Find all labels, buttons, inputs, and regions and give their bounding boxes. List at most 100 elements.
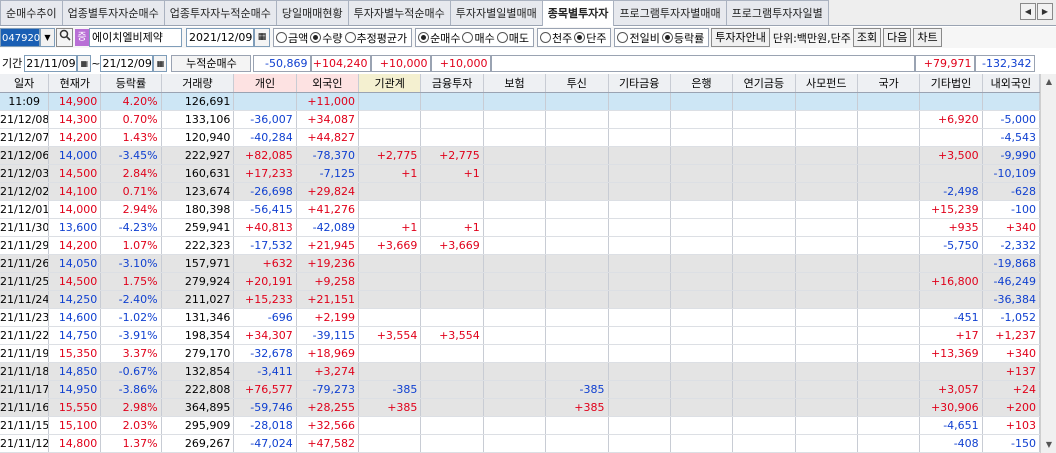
table-row[interactable]: 21/11/19 15,350 3.37% 279,170 -32,678 +18,969… bbox=[0, 344, 1041, 363]
search-icon[interactable] bbox=[56, 28, 73, 47]
stock-name-field[interactable]: 에이치엘비제약 bbox=[89, 28, 182, 47]
column-header[interactable]: 금융투자 bbox=[420, 74, 484, 93]
tab-2[interactable]: 업종투자자누적순매수 bbox=[163, 0, 277, 25]
stock-code-input[interactable]: 047920 bbox=[0, 28, 40, 47]
table-row[interactable]: 21/11/26 14,050 -3.10% 157,971 +632 +19,236 -1… bbox=[0, 254, 1041, 273]
column-header[interactable]: 일자 bbox=[0, 74, 50, 93]
table-cell-date: 21/11/30 bbox=[0, 218, 50, 237]
column-header[interactable]: 기타금융 bbox=[608, 74, 671, 93]
value-type-radio-2[interactable]: 추정평균가 bbox=[344, 30, 407, 46]
chart-button[interactable]: 차트 bbox=[913, 28, 942, 47]
investor-info-button[interactable]: 투자자안내 bbox=[711, 28, 770, 47]
table-row[interactable]: 21/12/02 14,100 0.71% 123,674 -26,698 +29,824… bbox=[0, 182, 1041, 201]
vertical-scrollbar[interactable]: ▲ ▼ bbox=[1040, 74, 1056, 453]
column-header[interactable]: 연기금등 bbox=[732, 74, 796, 93]
table-row[interactable]: 21/11/15 15,100 2.03% 295,909 -28,018 +32,566… bbox=[0, 416, 1041, 435]
radio-circle-icon bbox=[661, 32, 673, 43]
column-header[interactable]: 투신 bbox=[545, 74, 609, 93]
column-header[interactable]: 외국인 bbox=[296, 74, 360, 93]
column-header[interactable]: 보험 bbox=[483, 74, 547, 93]
unit-type-radio-0[interactable]: 천주 bbox=[539, 30, 572, 46]
column-header[interactable]: 내외국인 bbox=[982, 74, 1041, 93]
table-cell-etcfin bbox=[608, 290, 671, 309]
table-row[interactable]: 21/12/01 14,000 2.94% 180,398 -56,415 +41,276… bbox=[0, 200, 1041, 219]
tab-1[interactable]: 업종별투자자순매수 bbox=[61, 0, 165, 25]
table-cell-pension bbox=[732, 344, 796, 363]
table-cell-inst bbox=[358, 362, 422, 381]
table-cell-fin bbox=[420, 362, 484, 381]
trade-type-radio-2[interactable]: 매도 bbox=[496, 30, 529, 46]
table-row[interactable]: 21/11/23 14,600 -1.02% 131,346 -696 +2,199 -45… bbox=[0, 308, 1041, 327]
tab-scroll-left-icon[interactable]: ◀ bbox=[1020, 3, 1036, 20]
tab-4[interactable]: 투자자별누적순매수 bbox=[347, 0, 451, 25]
table-row[interactable]: 21/11/18 14,850 -0.67% 132,854 -3,411 +3,274 +… bbox=[0, 362, 1041, 381]
next-button[interactable]: 다음 bbox=[883, 28, 912, 47]
column-header[interactable]: 기관계 bbox=[358, 74, 422, 93]
table-cell-fin bbox=[420, 308, 484, 327]
tab-8[interactable]: 프로그램투자자일별 bbox=[725, 0, 829, 25]
tab-scroll-right-icon[interactable]: ▶ bbox=[1037, 3, 1053, 20]
table-row[interactable]: 21/12/08 14,300 0.70% 133,106 -36,007 +34,087… bbox=[0, 110, 1041, 129]
value-type-radio-0[interactable]: 금액 bbox=[276, 30, 308, 46]
column-header[interactable]: 거래량 bbox=[161, 74, 235, 93]
table-cell-pe bbox=[795, 110, 858, 129]
tab-0[interactable]: 순매수추이 bbox=[0, 0, 63, 25]
tab-5[interactable]: 투자자별일별매매 bbox=[449, 0, 543, 25]
column-header[interactable]: 현재가 bbox=[48, 74, 102, 93]
tab-7[interactable]: 프로그램투자자별매매 bbox=[613, 0, 727, 25]
table-cell-inst: -385 bbox=[358, 380, 422, 399]
table-cell-etcfin bbox=[608, 362, 671, 381]
column-header[interactable]: 사모펀드 bbox=[795, 74, 858, 93]
calendar-icon[interactable]: ▦ bbox=[254, 28, 270, 47]
column-header[interactable]: 개인 bbox=[233, 74, 297, 93]
column-header[interactable]: 국가 bbox=[857, 74, 921, 93]
table-row[interactable]: 21/12/06 14,000 -3.45% 222,927 +82,085 -78,37… bbox=[0, 146, 1041, 165]
query-date-input[interactable]: 2021/12/09 bbox=[186, 28, 254, 47]
trade-type-radio-1[interactable]: 매수 bbox=[462, 30, 495, 46]
table-row[interactable]: 21/11/22 14,750 -3.91% 198,354 +34,307 -39,11… bbox=[0, 326, 1041, 345]
table-cell-date: 21/12/01 bbox=[0, 200, 50, 219]
tab-3[interactable]: 당일매매현황 bbox=[275, 0, 349, 25]
trade-type-radio-0[interactable]: 순매수 bbox=[418, 30, 460, 46]
table-cell-inst: +3,554 bbox=[358, 326, 422, 345]
table-cell-trust bbox=[545, 92, 609, 111]
period-to-input[interactable]: 21/12/09 bbox=[100, 54, 154, 72]
table-row[interactable]: 21/12/07 14,200 1.43% 120,940 -40,284 +44,827… bbox=[0, 128, 1041, 147]
period-from-calendar-icon[interactable]: ▦ bbox=[77, 54, 92, 72]
table-row[interactable]: 21/12/03 14,500 2.84% 160,631 +17,233 -7,125 +… bbox=[0, 164, 1041, 183]
table-cell-pe bbox=[795, 416, 858, 435]
table-cell-price: 14,850 bbox=[48, 362, 102, 381]
table-row[interactable]: 21/11/12 14,800 1.37% 269,267 -47,024 +47,582… bbox=[0, 434, 1041, 453]
table-cell-etcfin bbox=[608, 272, 671, 291]
column-header[interactable]: 등락률 bbox=[100, 74, 162, 93]
scroll-up-icon[interactable]: ▲ bbox=[1041, 74, 1056, 90]
table-cell-price: 15,100 bbox=[48, 416, 102, 435]
table-row[interactable]: 21/11/25 14,500 1.75% 279,924 +20,191 +9,258 +… bbox=[0, 272, 1041, 291]
period-from-input[interactable]: 21/11/09 bbox=[24, 54, 78, 72]
table-row[interactable]: 21/11/29 14,200 1.07% 222,323 -17,532 +21,945… bbox=[0, 236, 1041, 255]
table-row[interactable]: 21/11/17 14,950 -3.86% 222,808 +76,577 -79,27… bbox=[0, 380, 1041, 399]
table-cell-fin bbox=[420, 398, 484, 417]
change-type-radio-1[interactable]: 등락률 bbox=[661, 30, 704, 46]
change-type-radio-0[interactable]: 전일비 bbox=[617, 30, 660, 46]
table-row[interactable]: 21/11/16 15,550 2.98% 364,895 -59,746 +28,255… bbox=[0, 398, 1041, 417]
column-header[interactable]: 기타법인 bbox=[919, 74, 983, 93]
table-cell-inst bbox=[358, 308, 422, 327]
period-to-calendar-icon[interactable]: ▦ bbox=[153, 54, 168, 72]
table-cell-for: -78,370 bbox=[296, 146, 360, 165]
table-row[interactable]: 21/11/30 13,600 -4.23% 259,941 +40,813 -42,08… bbox=[0, 218, 1041, 237]
change-type-radio-label: 전일비 bbox=[629, 31, 660, 45]
table-cell-ind: -59,746 bbox=[233, 398, 297, 417]
table-cell-pension bbox=[732, 110, 796, 129]
search-button[interactable]: 조회 bbox=[852, 28, 882, 47]
tab-6[interactable]: 종목별투자자 bbox=[541, 0, 615, 26]
value-type-radio-1[interactable]: 수량 bbox=[310, 30, 343, 46]
table-row[interactable]: 11:09 14,900 4.20% 126,691 +11,000 bbox=[0, 92, 1041, 111]
table-cell-trust bbox=[545, 164, 609, 183]
table-cell-for: +2,199 bbox=[296, 308, 360, 327]
code-dropdown-icon[interactable]: ▼ bbox=[40, 28, 55, 47]
table-row[interactable]: 21/11/24 14,250 -2.40% 211,027 +15,233 +21,15… bbox=[0, 290, 1041, 309]
unit-type-radio-1[interactable]: 단주 bbox=[574, 30, 606, 46]
column-header[interactable]: 은행 bbox=[670, 74, 734, 93]
scroll-down-icon[interactable]: ▼ bbox=[1041, 437, 1056, 453]
